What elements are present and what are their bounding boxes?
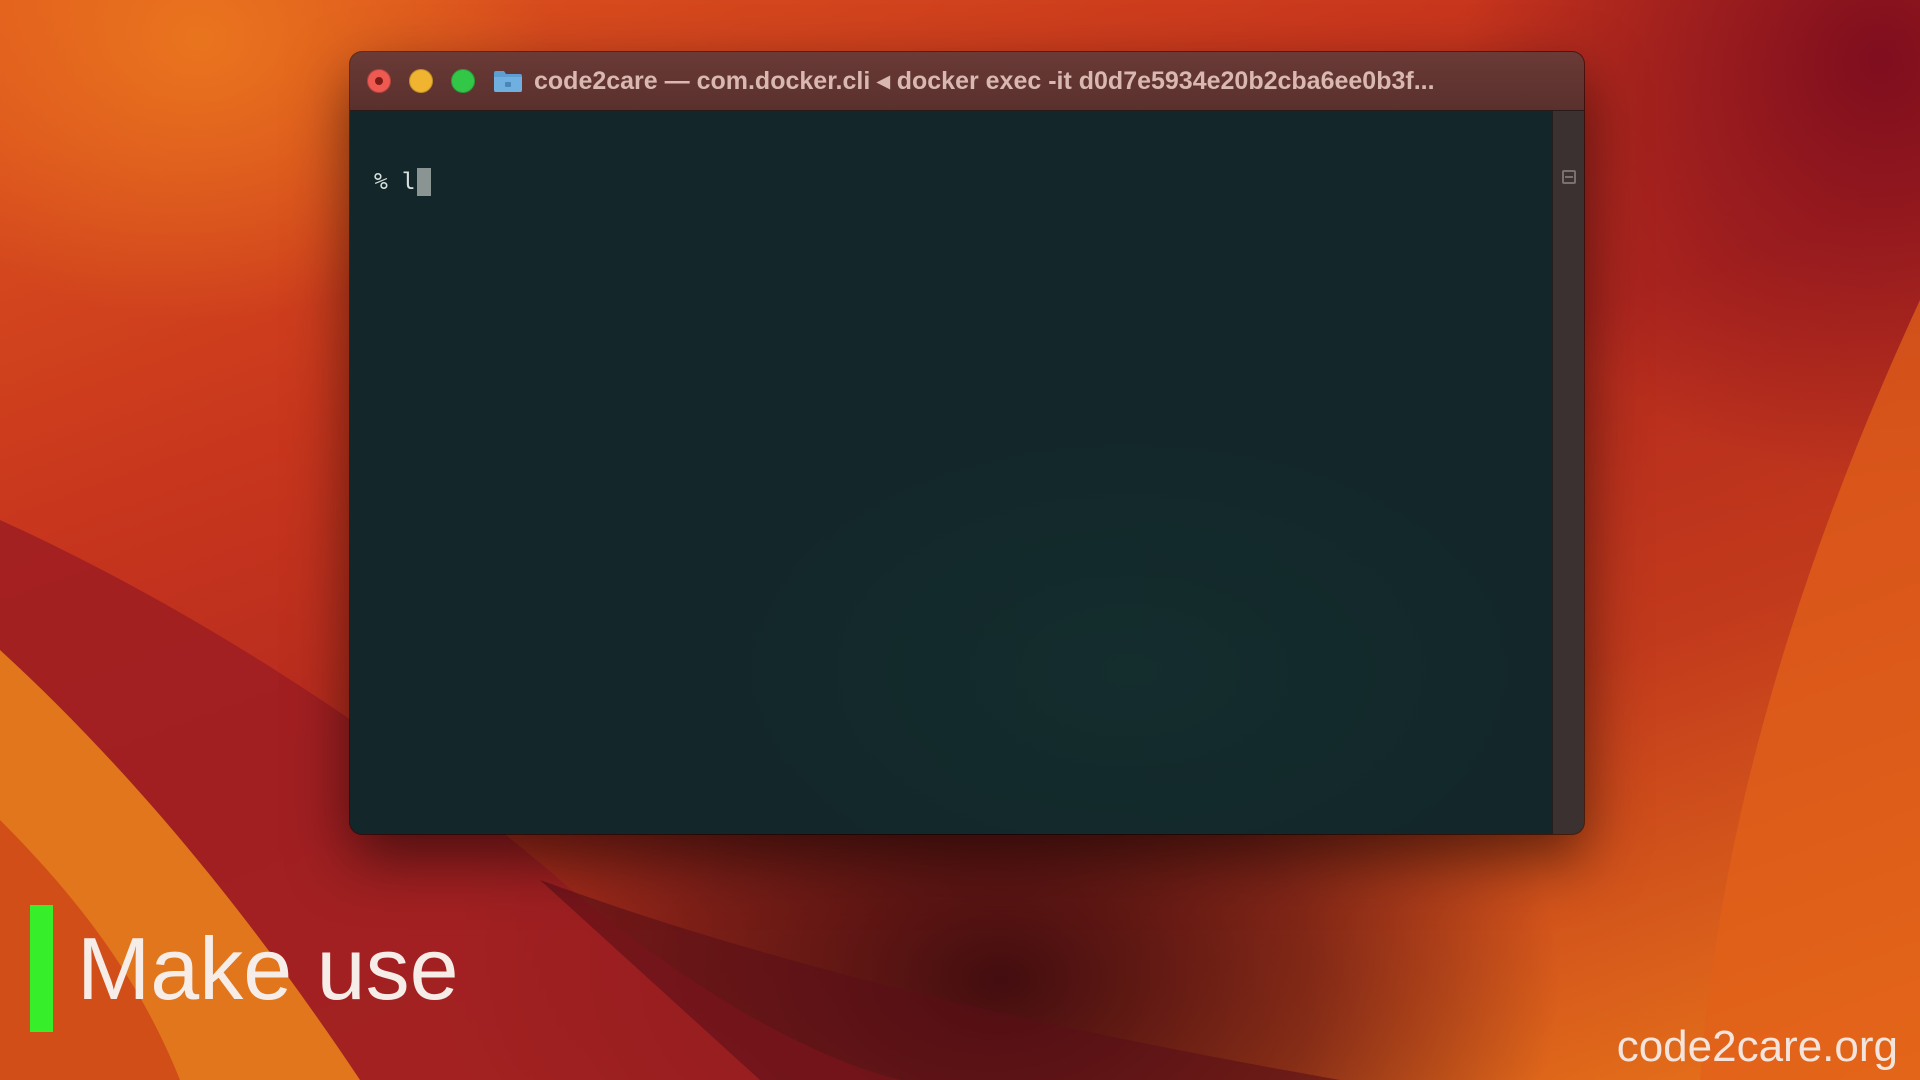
- prompt-symbol: %: [374, 169, 388, 195]
- scrollbar[interactable]: [1552, 111, 1584, 834]
- site-watermark: code2care.org: [1616, 1022, 1898, 1071]
- caption-text: Make use: [77, 918, 459, 1018]
- prompt-line: % l: [374, 167, 431, 197]
- folder-icon: [494, 71, 522, 92]
- caption-accent-bar: [30, 905, 53, 1032]
- terminal-content[interactable]: % l: [350, 111, 1552, 834]
- zoom-button[interactable]: [451, 69, 475, 93]
- window-title: code2care — com.docker.cli ◂ docker exec…: [534, 67, 1435, 95]
- split-pane-icon[interactable]: [1562, 170, 1576, 184]
- window-titlebar[interactable]: code2care — com.docker.cli ◂ docker exec…: [350, 52, 1584, 111]
- terminal-window[interactable]: code2care — com.docker.cli ◂ docker exec…: [350, 52, 1584, 834]
- minimize-button[interactable]: [409, 69, 433, 93]
- text-cursor: [416, 168, 431, 196]
- command-input[interactable]: l: [402, 169, 416, 195]
- close-button[interactable]: [367, 69, 391, 93]
- caption-overlay: Make use: [30, 905, 459, 1032]
- wallpaper-wave-right: [1700, 300, 1920, 1080]
